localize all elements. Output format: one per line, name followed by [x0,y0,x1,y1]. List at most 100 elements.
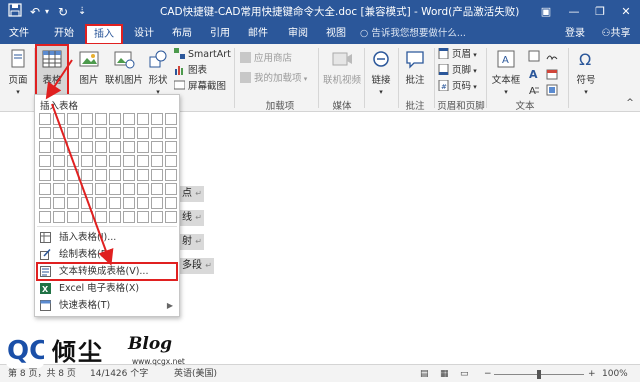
online-pictures-button[interactable]: 联机图片 [104,48,144,86]
menu-item-insert-table[interactable]: 插入表格(I)... [37,229,177,246]
table-grid-cell[interactable] [81,197,93,209]
tab-insert[interactable]: 插入 [85,24,123,45]
table-grid-cell[interactable] [137,183,149,195]
table-grid-cell[interactable] [151,113,163,125]
menu-item-convert-text-to-table[interactable]: 文本转换成表格(V)... [36,262,178,281]
doc-line[interactable]: 射 ↵ [180,234,204,250]
collapse-ribbon-icon[interactable]: ^ [624,98,636,108]
restore-icon[interactable]: ❐ [586,0,614,24]
my-addins-button[interactable]: 我的加载项 ▾ [240,72,307,86]
table-grid-cell[interactable] [165,169,177,181]
table-grid-cell[interactable] [137,141,149,153]
read-mode-icon[interactable]: ▤ [420,365,429,382]
table-grid-cell[interactable] [123,183,135,195]
table-grid-cell[interactable] [151,127,163,139]
undo-dropdown-icon[interactable]: ▾ [45,3,49,21]
table-grid-cell[interactable] [123,155,135,167]
table-grid-cell[interactable] [137,169,149,181]
table-grid-cell[interactable] [53,155,65,167]
table-grid-cell[interactable] [39,169,51,181]
page-number-button[interactable]: # 页码 ▾ [438,80,477,94]
doc-line[interactable]: 点 ↵ [180,186,204,202]
tab-mailings[interactable]: 邮件 [242,24,274,44]
table-grid-cell[interactable] [53,141,65,153]
table-grid-cell[interactable] [165,197,177,209]
table-grid-cell[interactable] [39,183,51,195]
table-grid-cell[interactable] [109,127,121,139]
table-grid-cell[interactable] [109,113,121,125]
smartart-button[interactable]: SmartArt [174,48,231,62]
chart-button[interactable]: 图表 [174,64,207,78]
store-button[interactable]: 应用商店 [240,52,292,66]
table-grid-cell[interactable] [109,183,121,195]
wordart-icon[interactable]: A [526,68,542,83]
table-grid-cell[interactable] [67,113,79,125]
links-button[interactable]: 链接 ▾ [368,48,394,97]
table-grid-cell[interactable] [39,127,51,139]
table-grid-cell[interactable] [81,211,93,223]
doc-line[interactable]: 多段 ↵ [180,258,214,274]
doc-line[interactable]: 线 ↵ [180,210,204,226]
zoom-out-button[interactable]: − [484,365,492,382]
table-grid-cell[interactable] [39,197,51,209]
zoom-slider[interactable] [494,365,584,382]
table-grid-cell[interactable] [109,141,121,153]
table-grid-cell[interactable] [81,183,93,195]
table-grid-cell[interactable] [123,211,135,223]
zoom-level[interactable]: 100% [602,365,628,382]
tab-home[interactable]: 开始 [48,24,80,44]
table-grid-cell[interactable] [165,155,177,167]
table-grid-cell[interactable] [39,141,51,153]
table-grid-cell[interactable] [109,169,121,181]
table-grid-cell[interactable] [95,127,107,139]
table-grid-cell[interactable] [151,155,163,167]
tab-file[interactable]: 文件 [4,24,34,44]
menu-item-draw-table[interactable]: 绘制表格(D) [37,246,177,263]
table-grid-cell[interactable] [137,211,149,223]
table-grid-cell[interactable] [151,197,163,209]
pages-button[interactable]: 页面 ▾ [4,48,32,97]
signature-line-icon[interactable] [544,50,560,65]
print-layout-icon[interactable]: ▦ [440,365,449,382]
table-grid-cell[interactable] [67,211,79,223]
table-grid-cell[interactable] [67,141,79,153]
table-grid-cell[interactable] [67,183,79,195]
sign-in-link[interactable]: 登录 [560,24,590,44]
table-grid-cell[interactable] [123,169,135,181]
tab-design[interactable]: 设计 [128,24,160,44]
table-grid-cell[interactable] [95,211,107,223]
footer-button[interactable]: 页脚 ▾ [438,64,477,78]
table-grid-cell[interactable] [165,211,177,223]
zoom-in-button[interactable]: + [588,365,596,382]
table-grid-cell[interactable] [67,155,79,167]
web-layout-icon[interactable]: ▭ [460,365,469,382]
table-grid-cell[interactable] [109,155,121,167]
close-icon[interactable]: ✕ [612,0,640,24]
table-grid-cell[interactable] [165,183,177,195]
table-grid-cell[interactable] [165,113,177,125]
symbol-button[interactable]: Ω 符号 ▾ [574,48,598,97]
tab-layout[interactable]: 布局 [166,24,198,44]
minimize-icon[interactable]: — [560,0,588,24]
table-grid-cell[interactable] [151,141,163,153]
table-grid-cell[interactable] [39,155,51,167]
table-grid-cell[interactable] [53,183,65,195]
screenshot-button[interactable]: 屏幕截图 [174,80,226,94]
table-grid-cell[interactable] [151,211,163,223]
table-grid-cell[interactable] [39,113,51,125]
header-button[interactable]: 页眉 ▾ [438,48,477,62]
tab-view[interactable]: 视图 [320,24,352,44]
table-grid-cell[interactable] [53,169,65,181]
table-grid-cell[interactable] [123,197,135,209]
table-grid-cell[interactable] [95,197,107,209]
table-button[interactable]: 表格 ▾ [35,44,69,98]
table-grid-cell[interactable] [53,127,65,139]
table-grid-cell[interactable] [151,169,163,181]
table-grid-cell[interactable] [137,155,149,167]
menu-item-quick-tables[interactable]: 快速表格(T) ▶ [37,297,177,314]
table-grid-cell[interactable] [81,141,93,153]
tell-me-box[interactable]: ○ 告诉我您想要做什么... [360,24,466,44]
redo-icon[interactable]: ↻ [58,3,68,21]
table-grid-cell[interactable] [151,183,163,195]
table-grid-cell[interactable] [53,211,65,223]
